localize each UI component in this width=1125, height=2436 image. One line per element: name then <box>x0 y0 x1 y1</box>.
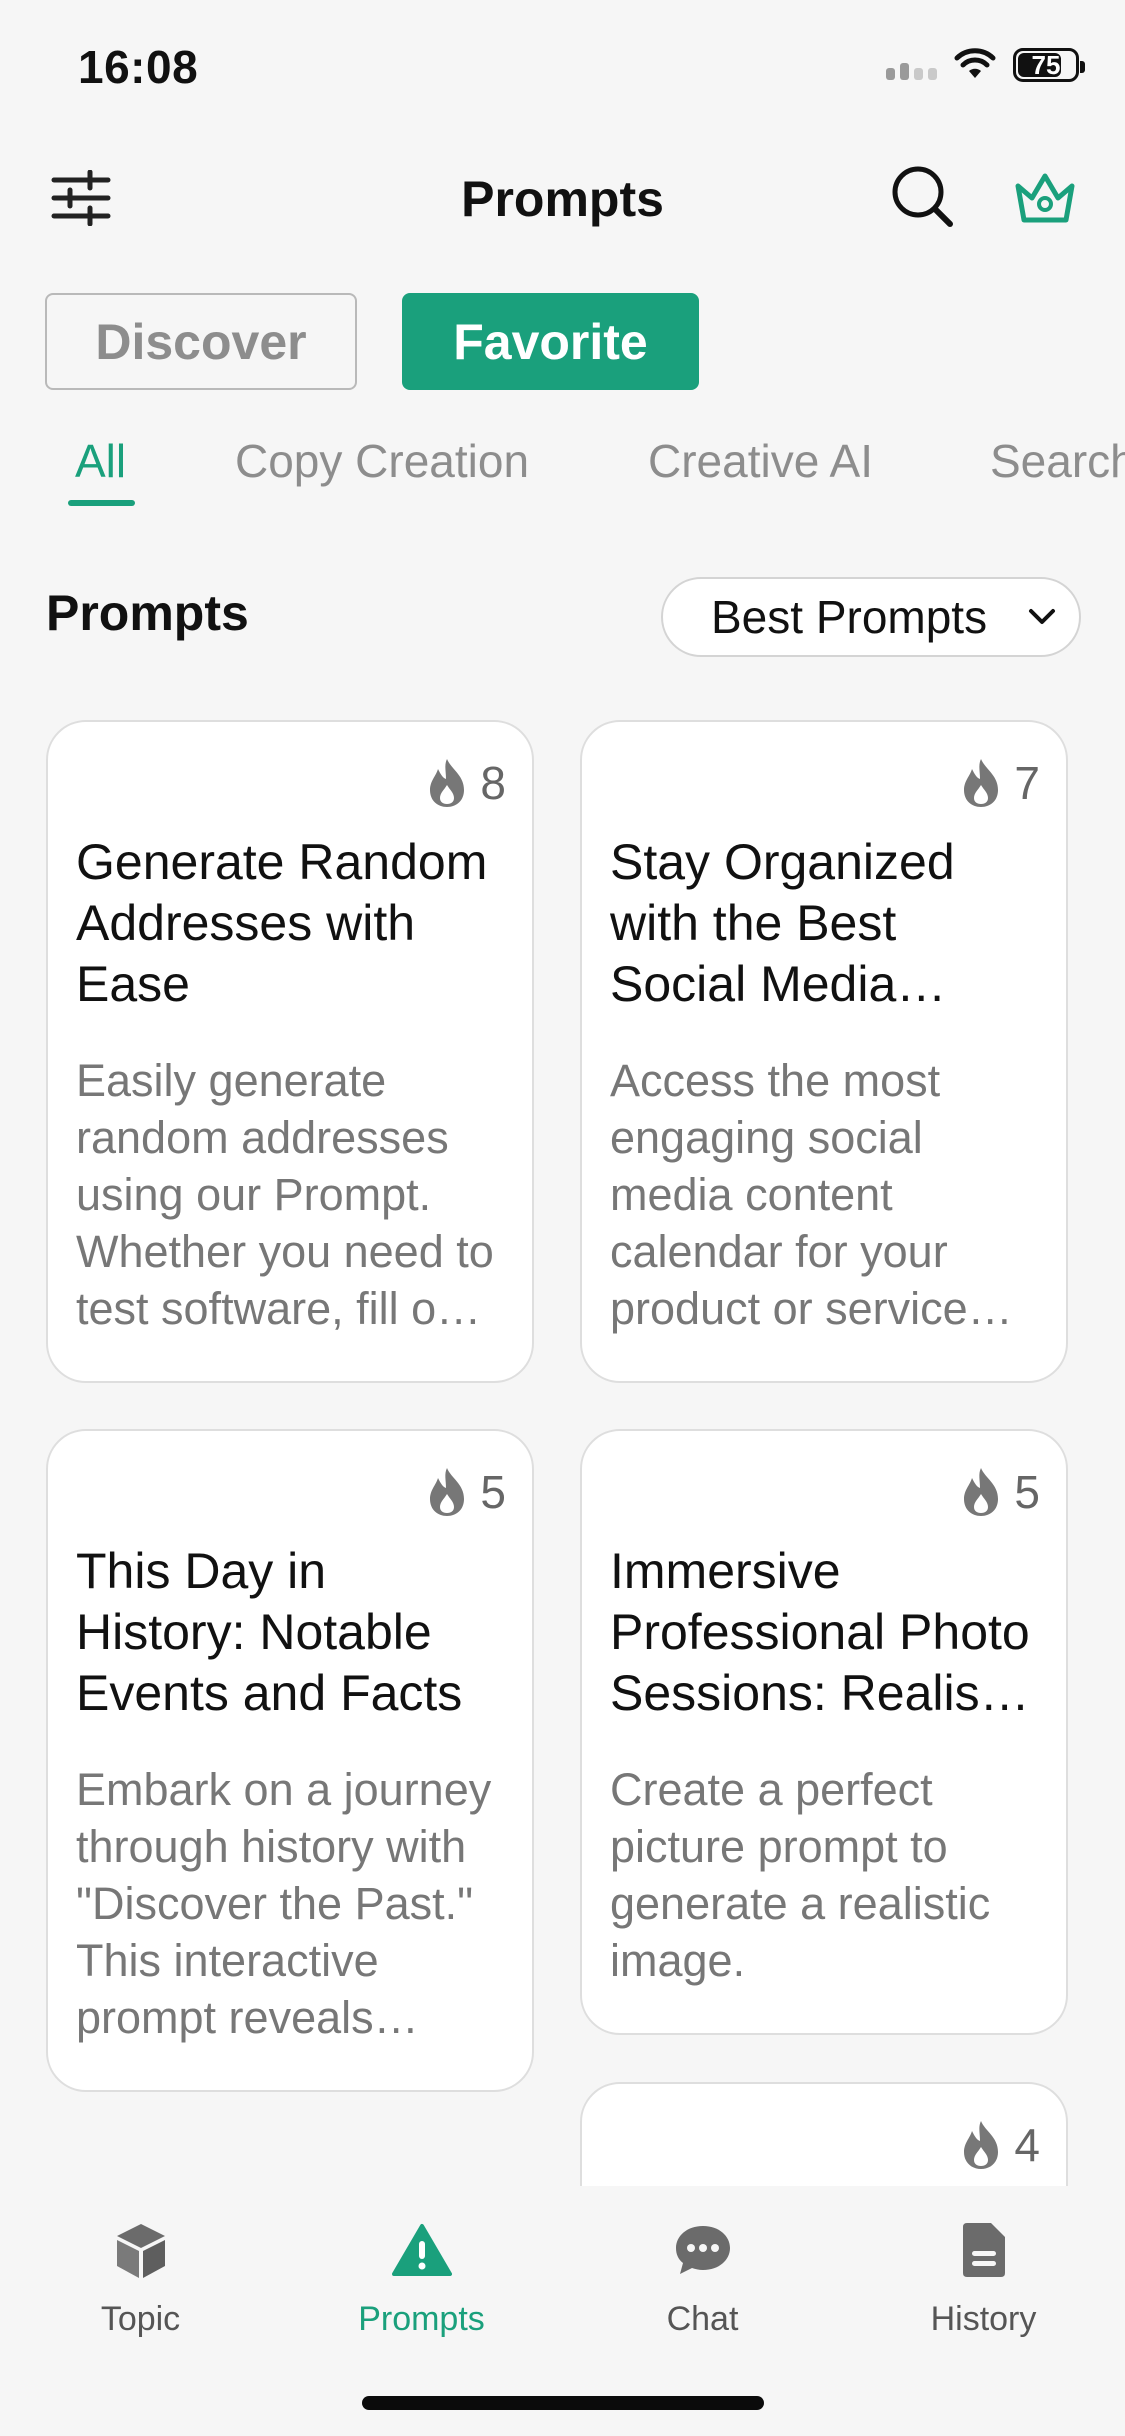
category-tab-creative-ai[interactable]: Creative AI <box>648 434 873 488</box>
category-tab-copy-creation[interactable]: Copy Creation <box>235 434 529 488</box>
status-bar: 16:08 75 <box>0 0 1125 130</box>
flame-icon <box>430 759 465 807</box>
nav-item-topic[interactable]: Topic <box>0 2210 281 2339</box>
popularity-value: 5 <box>480 1466 506 1518</box>
popularity-count: 4 <box>958 2118 1040 2172</box>
card-title: Stay Organized with the Best Social Medi… <box>610 834 955 1012</box>
battery-icon: 75 <box>1013 48 1085 82</box>
nav-item-history[interactable]: History <box>843 2210 1124 2339</box>
prompt-card[interactable]: 8 Generate Random Addresses with Ease Ea… <box>46 720 534 1383</box>
flame-icon <box>964 1468 999 1516</box>
card-title: Generate Random Addresses with Ease <box>76 834 488 1012</box>
popularity-count: 7 <box>958 756 1040 810</box>
chevron-down-icon <box>1029 609 1055 624</box>
card-title: Immersive Professional Photo Sessions: R… <box>610 1543 1030 1721</box>
crown-icon <box>1015 173 1075 223</box>
status-icons: 75 <box>886 48 1085 82</box>
cellular-signal-icon <box>886 50 937 80</box>
nav-label-prompts: Prompts <box>358 2300 485 2338</box>
page-title: Prompts <box>461 171 664 227</box>
search-icon <box>892 166 953 227</box>
popularity-value: 4 <box>1014 2119 1040 2171</box>
prompt-card[interactable]: 5 This Day in History: Notable Events an… <box>46 1429 534 2092</box>
popularity-value: 7 <box>1014 757 1040 809</box>
search-button[interactable] <box>890 164 954 228</box>
card-description: Create a perfect picture prompt to gener… <box>610 1764 991 1986</box>
popularity-count: 8 <box>424 756 506 810</box>
section-title: Prompts <box>46 585 249 641</box>
prompt-card[interactable]: 7 Stay Organized with the Best Social Me… <box>580 720 1068 1383</box>
discover-tab[interactable]: Discover <box>45 293 357 390</box>
document-icon <box>962 2223 1005 2277</box>
card-description: Embark on a journey through history with… <box>76 1764 492 2043</box>
card-description: Easily generate random addresses using o… <box>76 1055 494 1334</box>
header: Prompts <box>0 150 1125 250</box>
battery-level: 75 <box>1031 49 1061 80</box>
card-title: This Day in History: Notable Events and … <box>76 1543 463 1721</box>
flame-icon <box>964 2121 999 2169</box>
nav-label-topic: Topic <box>100 2300 181 2338</box>
warning-icon <box>391 2224 452 2276</box>
flame-icon <box>964 759 999 807</box>
category-tabs: All Copy Creation Creative AI Search <box>0 430 1125 510</box>
card-description: Access the most engaging social media co… <box>610 1055 968 1334</box>
premium-button[interactable] <box>1012 164 1078 230</box>
nav-label-history: History <box>930 2300 1037 2338</box>
category-tab-all[interactable]: All <box>75 434 126 488</box>
prompt-card[interactable]: 5 Immersive Professional Photo Sessions:… <box>580 1429 1068 2035</box>
popularity-value: 8 <box>480 757 506 809</box>
chat-bubble-icon <box>675 2226 730 2274</box>
nav-label-chat: Chat <box>666 2300 739 2338</box>
nav-item-chat[interactable]: Chat <box>562 2210 843 2339</box>
status-time: 16:08 <box>78 41 199 93</box>
cube-icon <box>116 2224 165 2278</box>
wifi-icon <box>954 48 996 78</box>
popularity-count: 5 <box>958 1465 1040 1519</box>
category-tab-search[interactable]: Search <box>990 434 1125 488</box>
favorite-tab[interactable]: Favorite <box>402 293 699 390</box>
popularity-count: 5 <box>424 1465 506 1519</box>
active-tab-indicator <box>68 500 135 506</box>
flame-icon <box>430 1468 465 1516</box>
sort-dropdown-value: Best Prompts <box>711 591 988 643</box>
nav-item-prompts[interactable]: Prompts <box>281 2210 562 2339</box>
home-indicator <box>362 2396 764 2410</box>
popularity-value: 5 <box>1014 1466 1040 1518</box>
sort-dropdown[interactable]: Best Prompts <box>661 577 1081 657</box>
